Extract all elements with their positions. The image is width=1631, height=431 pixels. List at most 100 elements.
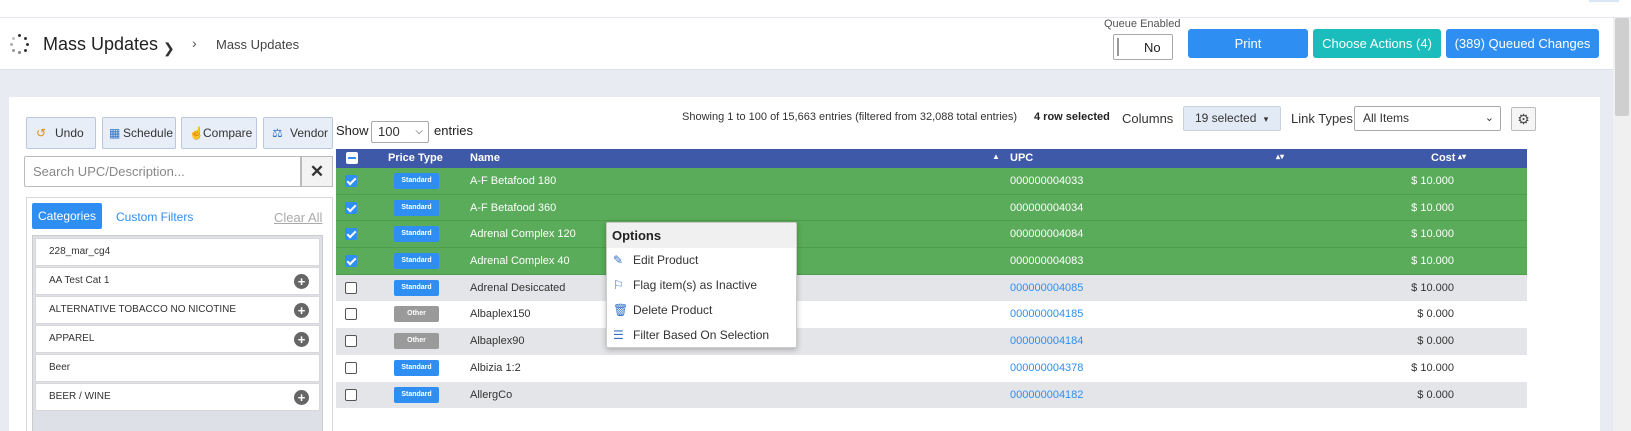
context-menu-title: Options	[607, 223, 796, 248]
clear-search-icon[interactable]: ✕	[301, 156, 333, 187]
row-checkbox[interactable]	[345, 201, 357, 214]
cost-value: $ 10.000	[1411, 201, 1454, 214]
link-types-select[interactable]: All Items ⌄	[1354, 106, 1501, 131]
upc-link[interactable]: 000000004185	[1010, 308, 1083, 320]
toggle-knob	[1117, 38, 1119, 56]
cost-value: $ 10.000	[1411, 281, 1454, 294]
category-item[interactable]: 228_mar_cg4	[35, 238, 320, 266]
sort-both-icon[interactable]: ▴▾	[1458, 152, 1466, 161]
menu-item-edit-product[interactable]: ✎ Edit Product	[613, 250, 698, 270]
settings-gear-icon[interactable]: ⚙	[1511, 107, 1536, 131]
corner-accent	[1589, 0, 1619, 2]
row-checkbox[interactable]	[345, 255, 357, 268]
undo-button[interactable]: ↺ Undo	[26, 117, 96, 149]
page-title: Mass Updates	[43, 34, 159, 54]
col-cost[interactable]: Cost	[1431, 152, 1455, 164]
row-checkbox[interactable]	[345, 335, 357, 348]
context-menu: Options ✎ Edit Product ⚐ Flag item(s) as In…	[606, 222, 797, 348]
upc-link[interactable]: 000000004083	[1010, 255, 1083, 267]
row-checkbox[interactable]	[345, 228, 357, 241]
columns-label: Columns	[1122, 111, 1174, 126]
expand-plus-icon[interactable]: +	[294, 303, 309, 318]
search-input[interactable]	[24, 156, 301, 187]
row-checkbox[interactable]	[345, 281, 357, 294]
product-table: Price Type Name ▲ UPC ▴▾ Cost ▴▾ Standar…	[336, 149, 1527, 409]
showing-info: Showing 1 to 100 of 15,663 entries (filt…	[682, 111, 1018, 123]
loading-spinner-icon	[10, 34, 30, 54]
upc-link[interactable]: 000000004085	[1010, 282, 1083, 294]
col-upc[interactable]: UPC	[1010, 152, 1033, 164]
upc-link[interactable]: 000000004084	[1010, 228, 1083, 240]
breadcrumb[interactable]: Mass Updates	[216, 37, 299, 52]
table-row[interactable]: Standard Adrenal Complex 120 000000004084 $…	[336, 221, 1527, 249]
cost-value: $ 0.000	[1417, 335, 1454, 348]
tab-custom-filters[interactable]: Custom Filters	[116, 210, 193, 224]
table-header: Price Type Name ▲ UPC ▴▾ Cost ▴▾	[336, 149, 1527, 168]
link-types-label: Link Types	[1291, 111, 1353, 126]
row-checkbox[interactable]	[345, 388, 357, 401]
upc-link[interactable]: 000000004034	[1010, 202, 1083, 214]
row-checkbox[interactable]	[345, 175, 357, 187]
col-name[interactable]: Name	[470, 152, 500, 164]
thumbs-up-icon: ☝	[189, 126, 204, 140]
menu-item-delete-product[interactable]: 🗑 Delete Product	[613, 300, 712, 320]
queued-changes-button[interactable]: (389) Queued Changes	[1446, 29, 1599, 58]
product-name: AllergCo	[470, 388, 513, 401]
expand-plus-icon[interactable]: +	[294, 274, 309, 289]
select-all-checkbox[interactable]	[346, 152, 358, 164]
schedule-button[interactable]: ▦ Schedule	[102, 117, 176, 149]
print-button[interactable]: Print	[1188, 29, 1308, 58]
table-row[interactable]: Standard A-F Betafood 180 000000004033 $ 10…	[336, 168, 1527, 195]
list-icon: ☰	[613, 328, 624, 342]
entries-label: entries	[434, 123, 474, 138]
table-row[interactable]: Standard Albizia 1:2 000000004378 $ 10.000	[336, 354, 1527, 382]
scale-icon: ⚖	[272, 126, 283, 140]
page-size-select[interactable]: 100 ⌵	[371, 121, 429, 143]
sort-asc-icon[interactable]: ▲	[992, 152, 1000, 161]
sort-both-icon[interactable]: ▴▾	[1276, 152, 1284, 161]
row-checkbox[interactable]	[345, 361, 357, 374]
table-row[interactable]: Standard AllergCo 000000004182 $ 0.000	[336, 381, 1527, 409]
show-label: Show	[336, 123, 369, 138]
title-dropdown-chevron-icon[interactable]: ❯	[163, 40, 175, 57]
price-type-badge: Standard	[394, 173, 439, 189]
compare-button[interactable]: ☝ Compare	[181, 117, 257, 149]
upc-link[interactable]: 000000004033	[1010, 175, 1083, 187]
category-list: 228_mar_cg4 AA Test Cat 1 + ALTERNATIVE TOB…	[32, 235, 323, 431]
category-item[interactable]: ALTERNATIVE TOBACCO NO NICOTINE +	[35, 296, 320, 324]
expand-plus-icon[interactable]: +	[294, 332, 309, 347]
table-row[interactable]: Standard Adrenal Desiccated 000000004085 $ …	[336, 274, 1527, 302]
col-price-type[interactable]: Price Type	[388, 152, 443, 164]
product-name: Adrenal Desiccated	[470, 281, 566, 294]
row-checkbox[interactable]	[345, 308, 357, 321]
columns-dropdown[interactable]: 19 selected ▾	[1183, 106, 1281, 131]
menu-item-flag-item-s-as-inactive[interactable]: ⚐ Flag item(s) as Inactive	[613, 275, 757, 295]
product-name: Albaplex90	[470, 335, 525, 348]
product-name: Albaplex150	[470, 308, 531, 321]
menu-item-filter-based-on-selection[interactable]: ☰ Filter Based On Selection	[613, 325, 769, 345]
page-scrollbar-thumb[interactable]	[1615, 18, 1629, 116]
cost-value: $ 0.000	[1417, 388, 1454, 401]
main-panel: ↺ Undo ▦ Schedule ☝ Compare ⚖ Vendor ✕ C…	[9, 97, 1600, 431]
expand-plus-icon[interactable]: +	[294, 390, 309, 405]
table-row[interactable]: Other Albaplex150 000000004185 $ 0.000	[336, 301, 1527, 329]
upc-link[interactable]: 000000004184	[1010, 335, 1083, 347]
table-row[interactable]: Standard Adrenal Complex 40 000000004083 $ …	[336, 248, 1527, 275]
price-type-badge: Standard	[394, 359, 439, 376]
category-item[interactable]: APPAREL +	[35, 325, 320, 353]
vendor-button[interactable]: ⚖ Vendor	[263, 117, 333, 149]
trash-icon: 🗑	[613, 303, 629, 317]
upc-link[interactable]: 000000004182	[1010, 389, 1083, 401]
queue-toggle[interactable]: No	[1113, 34, 1173, 60]
tab-categories[interactable]: Categories	[32, 203, 102, 229]
clear-all-link[interactable]: Clear All	[274, 210, 322, 225]
edit-icon: ✎	[613, 253, 624, 267]
category-item[interactable]: Beer	[35, 354, 320, 382]
category-item[interactable]: AA Test Cat 1 +	[35, 267, 320, 295]
table-row[interactable]: Other Albaplex90 000000004184 $ 0.000	[336, 328, 1527, 355]
product-name: Albizia 1:2	[470, 361, 521, 374]
table-row[interactable]: Standard A-F Betafood 360 000000004034 $ 10…	[336, 194, 1527, 222]
category-item[interactable]: BEER / WINE +	[35, 383, 320, 411]
choose-actions-button[interactable]: Choose Actions (4)	[1313, 29, 1441, 58]
upc-link[interactable]: 000000004378	[1010, 362, 1083, 374]
